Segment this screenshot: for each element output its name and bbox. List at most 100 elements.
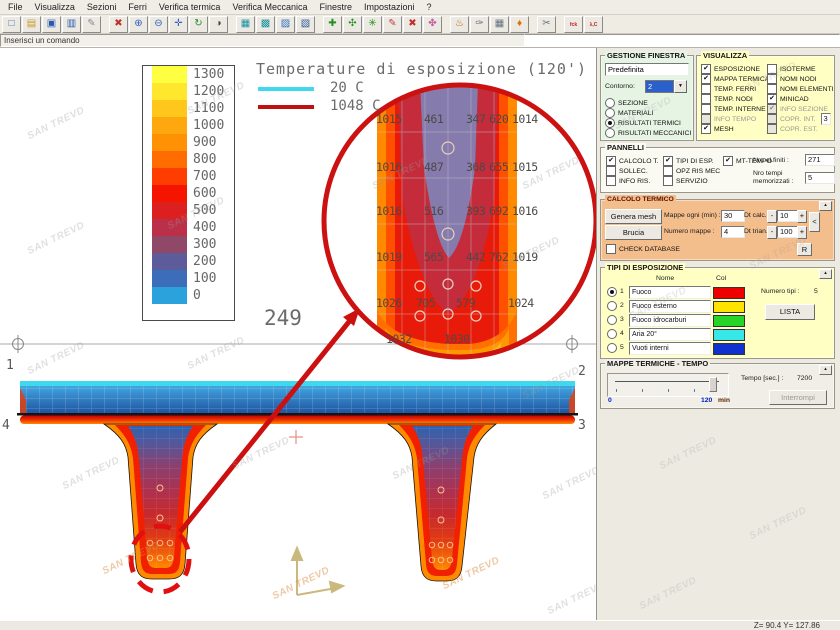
check-temp-nodi[interactable]: TEMP. NODI — [701, 94, 769, 104]
dt-calc-minus-button[interactable]: - — [767, 210, 777, 223]
menu-item-sezioni[interactable]: Sezioni — [81, 1, 123, 14]
radio-icon — [605, 108, 615, 118]
slider-max-unit: min — [718, 397, 730, 404]
menu-item-ferri[interactable]: Ferri — [122, 1, 153, 14]
material-strength-icon[interactable]: fck — [564, 16, 583, 33]
radio-risultati-meccanici[interactable]: RISULTATI MECCANICI — [605, 128, 691, 138]
check-nomi-elementi[interactable]: NOMI ELEMENTI — [767, 84, 834, 94]
chevron-down-icon[interactable]: ▼ — [674, 80, 687, 93]
report-sheet-icon[interactable]: ✑ — [470, 16, 489, 33]
tipo-radio-4[interactable] — [607, 329, 617, 339]
generate-mesh-icon[interactable]: ✳ — [363, 16, 382, 33]
dt-trian-minus-button[interactable]: - — [767, 226, 777, 239]
check-info-tempo[interactable]: INFO TEMPO — [701, 114, 769, 124]
collapse-calcolo-button[interactable]: ▴ — [819, 201, 832, 211]
tipo-name-field[interactable]: Aria 20° — [629, 328, 711, 341]
menu-item-impostazioni[interactable]: Impostazioni — [358, 1, 421, 14]
menu-item-visualizza[interactable]: Visualizza — [29, 1, 81, 14]
add-element-icon[interactable]: ✣ — [343, 16, 362, 33]
dt-calc-plus-button[interactable]: + — [797, 210, 807, 223]
check-isoterme[interactable]: ISOTERME — [767, 64, 834, 74]
tipo-radio-3[interactable] — [607, 315, 617, 325]
check-copr-int-[interactable]: COPR. INT.3 — [767, 114, 834, 124]
material-thermal-icon[interactable]: λ,C — [584, 16, 603, 33]
check-calcolo-t-[interactable]: ✔CALCOLO T. — [606, 156, 659, 166]
menu-item-finestre[interactable]: Finestre — [313, 1, 358, 14]
zoom-out-icon[interactable]: ⊖ — [149, 16, 168, 33]
pan-icon[interactable]: ✛ — [169, 16, 188, 33]
table-grid-icon[interactable]: ▦ — [490, 16, 509, 33]
delete-icon[interactable]: ✖ — [109, 16, 128, 33]
numero-mappe-field[interactable]: 4 — [721, 226, 745, 238]
menu-item-file[interactable]: File — [2, 1, 29, 14]
edit-node-icon[interactable]: ✎ — [383, 16, 402, 33]
save-icon[interactable]: ▣ — [42, 16, 61, 33]
check-temp-interne[interactable]: TEMP. INTERNE — [701, 104, 769, 114]
print-preview-icon[interactable]: ✎ — [82, 16, 101, 33]
tipo-name-field[interactable]: Vuoti interni — [629, 342, 711, 355]
window-preset-input[interactable] — [605, 63, 689, 76]
check-servizio[interactable]: SERVIZIO — [663, 176, 720, 186]
menu-item-?[interactable]: ? — [421, 1, 438, 14]
results-view-icon[interactable]: ▧ — [296, 16, 315, 33]
radio-sezione[interactable]: SEZIONE — [605, 98, 691, 108]
check-minicad[interactable]: ✔MINICAD — [767, 94, 834, 104]
check-esposizione[interactable]: ✔ESPOSIZIONE — [701, 64, 769, 74]
tipo-name-field[interactable]: Fuoco — [629, 286, 711, 299]
contorno-dropdown[interactable]: 2 ▼ — [645, 80, 687, 93]
fire-exposure-icon[interactable]: ♨ — [450, 16, 469, 33]
check-mappa-termica[interactable]: ✔MAPPA TERMICA — [701, 74, 769, 84]
time-slider[interactable] — [607, 373, 729, 397]
check-copr-est-[interactable]: COPR. EST. — [767, 124, 834, 134]
cut-section-icon[interactable]: ✂ — [537, 16, 556, 33]
legend-value: 700 — [193, 168, 216, 185]
check-nomi-nodi[interactable]: NOMI NODI — [767, 74, 834, 84]
menu-item-verifica-termica[interactable]: Verifica termica — [153, 1, 227, 14]
menu-item-verifica-meccanica[interactable]: Verifica Meccanica — [226, 1, 313, 14]
interrompi-button[interactable]: Interrompi — [769, 390, 827, 405]
slider-thumb[interactable] — [709, 377, 717, 392]
refresh-icon[interactable]: ↻ — [189, 16, 208, 33]
lista-button[interactable]: LISTA — [765, 304, 815, 320]
radio-materiali[interactable]: MATERIALI — [605, 108, 691, 118]
tempo-label: Tempo [sec.] : — [741, 375, 783, 382]
check-sollec-[interactable]: SOLLEC. — [606, 166, 659, 176]
thermal-map-view-icon[interactable]: ▦ — [236, 16, 255, 33]
dt-trian-plus-button[interactable]: + — [797, 226, 807, 239]
mesh-view-icon[interactable]: ▨ — [276, 16, 295, 33]
legend-value: 1000 — [193, 117, 224, 134]
check-info-ris-[interactable]: INFO RIS. — [606, 176, 659, 186]
legend-value: 1300 — [193, 66, 224, 83]
open-folder-icon[interactable]: ▤ — [22, 16, 41, 33]
tipo-name-field[interactable]: Fuoco idrocarburi — [629, 314, 711, 327]
genera-mesh-button[interactable]: Genera mesh — [605, 209, 662, 224]
check-temp-ferri[interactable]: TEMP. FERRI — [701, 84, 769, 94]
brucia-button[interactable]: Brucia — [605, 225, 662, 240]
copr-int-field[interactable]: 3 — [821, 113, 831, 125]
new-file-icon[interactable]: □ — [2, 16, 21, 33]
drawing-canvas[interactable]: 1300120011001000900800700600500400300200… — [0, 48, 596, 620]
check-mesh[interactable]: ✔MESH — [701, 124, 769, 134]
r-button[interactable]: R — [797, 243, 812, 256]
temp-points-view-icon[interactable]: ▩ — [256, 16, 275, 33]
tipo-radio-2[interactable] — [607, 301, 617, 311]
save-all-icon[interactable]: ▥ — [62, 16, 81, 33]
mappe-ogni-field[interactable]: 30 — [721, 210, 745, 222]
add-node-icon[interactable]: ✚ — [323, 16, 342, 33]
tipo-radio-5[interactable] — [607, 343, 617, 353]
zoom-in-icon[interactable]: ⊕ — [129, 16, 148, 33]
node-properties-icon[interactable]: ✤ — [423, 16, 442, 33]
check-tipi-di-esp-[interactable]: ✔TIPI DI ESP. — [663, 156, 720, 166]
check-database-checkbox[interactable]: CHECK DATABASE — [606, 244, 680, 254]
check-opz-ris-mec[interactable]: OPZ RIS MEC — [663, 166, 720, 176]
tipo-name-field[interactable]: Fuoco esterno — [629, 300, 711, 313]
material-thermal-icon-glyph: λ,C — [590, 22, 598, 28]
command-input[interactable] — [525, 34, 840, 47]
flame-icon[interactable]: ♦ — [510, 16, 529, 33]
tipo-radio-1[interactable] — [607, 287, 617, 297]
delete-node-icon[interactable]: ✖ — [403, 16, 422, 33]
expand-button[interactable]: < — [809, 212, 820, 232]
collapse-mappe-button[interactable]: ▴ — [819, 365, 832, 375]
shade-icon[interactable]: ◑ — [209, 16, 228, 33]
radio-risultati-termici[interactable]: RISULTATI TERMICI — [605, 118, 691, 128]
